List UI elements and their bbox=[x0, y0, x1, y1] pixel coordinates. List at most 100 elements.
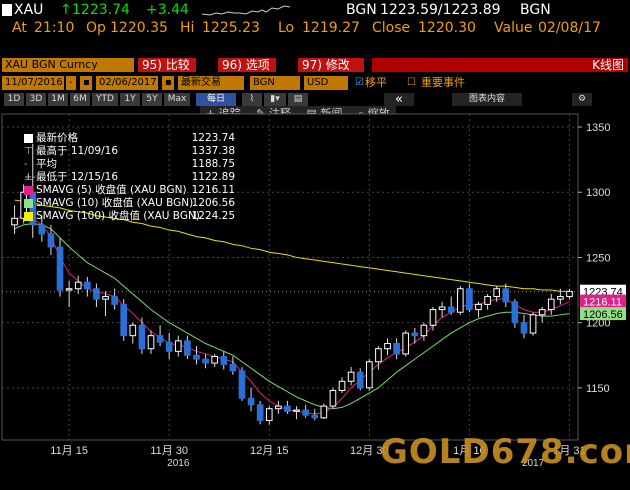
legend-item[interactable]: -+- 平均 1188.75 bbox=[10, 158, 235, 183]
low-marker-icon: ⊥ bbox=[24, 172, 33, 183]
settings-icon[interactable]: ⚙ bbox=[572, 93, 592, 106]
quote-header: XAU ↑ 1223.74 +3.44 BGN 1223.59/1223.89 … bbox=[0, 2, 630, 20]
shift-label: 移平 bbox=[365, 76, 387, 89]
security-field[interactable]: XAU BGN Curncy bbox=[2, 58, 134, 72]
range-button-max[interactable]: Max bbox=[164, 93, 190, 106]
table-icon[interactable]: ▤ bbox=[288, 93, 308, 106]
value-date: 02/08/17 bbox=[538, 20, 601, 36]
legend-label: 最高于 11/09/16 bbox=[36, 145, 118, 157]
modify-button[interactable]: 97) 修改 bbox=[298, 58, 364, 72]
chart-type-label[interactable]: K线图 bbox=[372, 58, 628, 72]
candle-body bbox=[93, 288, 100, 300]
legend-swatch bbox=[24, 134, 33, 143]
candle-icon[interactable]: ▮▾ bbox=[264, 93, 286, 106]
at-label: At bbox=[12, 20, 27, 36]
range-button-5y[interactable]: 5Y bbox=[142, 93, 162, 106]
frequency-select[interactable]: 每日 bbox=[196, 93, 236, 106]
candle-body bbox=[211, 356, 218, 364]
op-value: 1220.35 bbox=[110, 20, 168, 36]
candle-body bbox=[265, 408, 273, 421]
watermark: GOLD678.com bbox=[380, 432, 630, 472]
candle-body bbox=[74, 281, 82, 290]
range-button-ytd[interactable]: YTD bbox=[92, 93, 118, 106]
source-select[interactable]: BGN bbox=[250, 76, 300, 90]
legend-label: SMAVG (5) 收盘值 (XAU BGN) bbox=[36, 184, 187, 196]
legend-swatch bbox=[24, 199, 33, 208]
candle-body bbox=[520, 322, 528, 334]
candle-body bbox=[202, 358, 209, 364]
period-select[interactable]: 最新交易 bbox=[178, 76, 244, 90]
legend-label: 最新价格 bbox=[36, 132, 78, 144]
candle-body bbox=[275, 405, 282, 410]
ticker[interactable]: XAU bbox=[14, 2, 43, 18]
date-dash: - bbox=[66, 76, 76, 90]
edit-chart-button[interactable]: 图表内容 bbox=[452, 93, 522, 106]
candle-body bbox=[256, 404, 264, 421]
candle-body bbox=[529, 314, 537, 334]
candle-body bbox=[547, 298, 555, 311]
last-price: 1223.74 bbox=[72, 2, 130, 18]
range-button-3d[interactable]: 3D bbox=[26, 93, 46, 106]
candle-body bbox=[511, 301, 519, 324]
year-label: 2016 bbox=[167, 458, 190, 469]
calendar-icon[interactable]: ▪ bbox=[80, 76, 92, 90]
candle-body bbox=[174, 340, 182, 352]
candle-body bbox=[475, 303, 482, 311]
candle-body bbox=[47, 233, 55, 248]
candle-body bbox=[456, 288, 464, 313]
candle-body bbox=[302, 409, 309, 416]
up-arrow-icon: ↑ bbox=[60, 2, 72, 18]
candle-body bbox=[493, 288, 500, 298]
y-tick-label: 1350 bbox=[586, 122, 610, 134]
date-to-field[interactable]: 02/06/2017 bbox=[96, 76, 158, 90]
sparkline-icon bbox=[202, 5, 290, 16]
range-button-1m[interactable]: 1M bbox=[48, 93, 68, 106]
candle-body bbox=[484, 296, 491, 305]
range-button-6m[interactable]: 6M bbox=[70, 93, 90, 106]
compare-button[interactable]: 95) 比较 bbox=[138, 58, 196, 72]
legend-item[interactable]: SMAVG (100) 收盘值 (XAU BGN) 1224.25 bbox=[10, 210, 235, 223]
legend-item[interactable]: ⊥ 最低于 12/15/16 1122.89 bbox=[10, 171, 235, 184]
candle-body bbox=[111, 296, 118, 305]
candle-body bbox=[247, 397, 255, 406]
calendar-icon-2[interactable]: ▪ bbox=[162, 76, 174, 90]
y-tick-label: 1150 bbox=[586, 383, 610, 395]
price-badge-label: 1216.11 bbox=[583, 297, 622, 309]
lo-value: 1219.27 bbox=[302, 20, 360, 36]
candle-body bbox=[566, 290, 573, 298]
date-from-field[interactable]: 11/07/2016 bbox=[2, 76, 64, 90]
candle-body bbox=[429, 309, 437, 326]
ticker-marker bbox=[2, 4, 12, 16]
x-tick-label: 11月 15 bbox=[50, 445, 88, 457]
candle-body bbox=[338, 380, 346, 391]
lo-label: Lo bbox=[278, 20, 295, 36]
candle-body bbox=[411, 332, 419, 337]
events-checkbox[interactable]: ☐ bbox=[404, 76, 416, 90]
legend-value: 1224.25 bbox=[191, 210, 235, 222]
range-button-1d[interactable]: 1D bbox=[4, 93, 24, 106]
candle-body bbox=[311, 414, 319, 419]
y-tick-label: 1300 bbox=[586, 187, 610, 199]
range-button-1y[interactable]: 1Y bbox=[120, 93, 140, 106]
legend-label: 平均 bbox=[36, 158, 57, 170]
legend-item[interactable]: SMAVG (5) 收盘值 (XAU BGN) 1216.11 bbox=[10, 184, 235, 197]
collapse-button[interactable]: « bbox=[384, 93, 414, 106]
candle-body bbox=[384, 343, 391, 350]
candle-body bbox=[393, 343, 400, 355]
legend-label: SMAVG (10) 收盘值 (XAU BGN) bbox=[36, 197, 194, 209]
legend-value: 1216.11 bbox=[191, 184, 235, 196]
legend-label: 最低于 12/15/16 bbox=[36, 171, 118, 183]
legend-item[interactable]: 最新价格 1223.74 bbox=[10, 132, 235, 145]
candle-body bbox=[65, 288, 73, 291]
candle-body bbox=[38, 224, 46, 235]
legend-item[interactable]: SMAVG (10) 收盘值 (XAU BGN) 1206.56 bbox=[10, 197, 235, 210]
candle-body bbox=[293, 409, 300, 412]
close-label: Close bbox=[372, 20, 411, 36]
currency-select[interactable]: USD bbox=[304, 76, 348, 90]
line-chart-icon[interactable]: ⌇ bbox=[242, 93, 262, 106]
options-button[interactable]: 96) 选项 bbox=[218, 58, 276, 72]
legend-value: 1223.74 bbox=[191, 132, 235, 144]
legend-item[interactable]: ⊤ 最高于 11/09/16 1337.38 bbox=[10, 145, 235, 158]
candle-body bbox=[165, 341, 173, 352]
bid-source: BGN bbox=[346, 2, 377, 18]
